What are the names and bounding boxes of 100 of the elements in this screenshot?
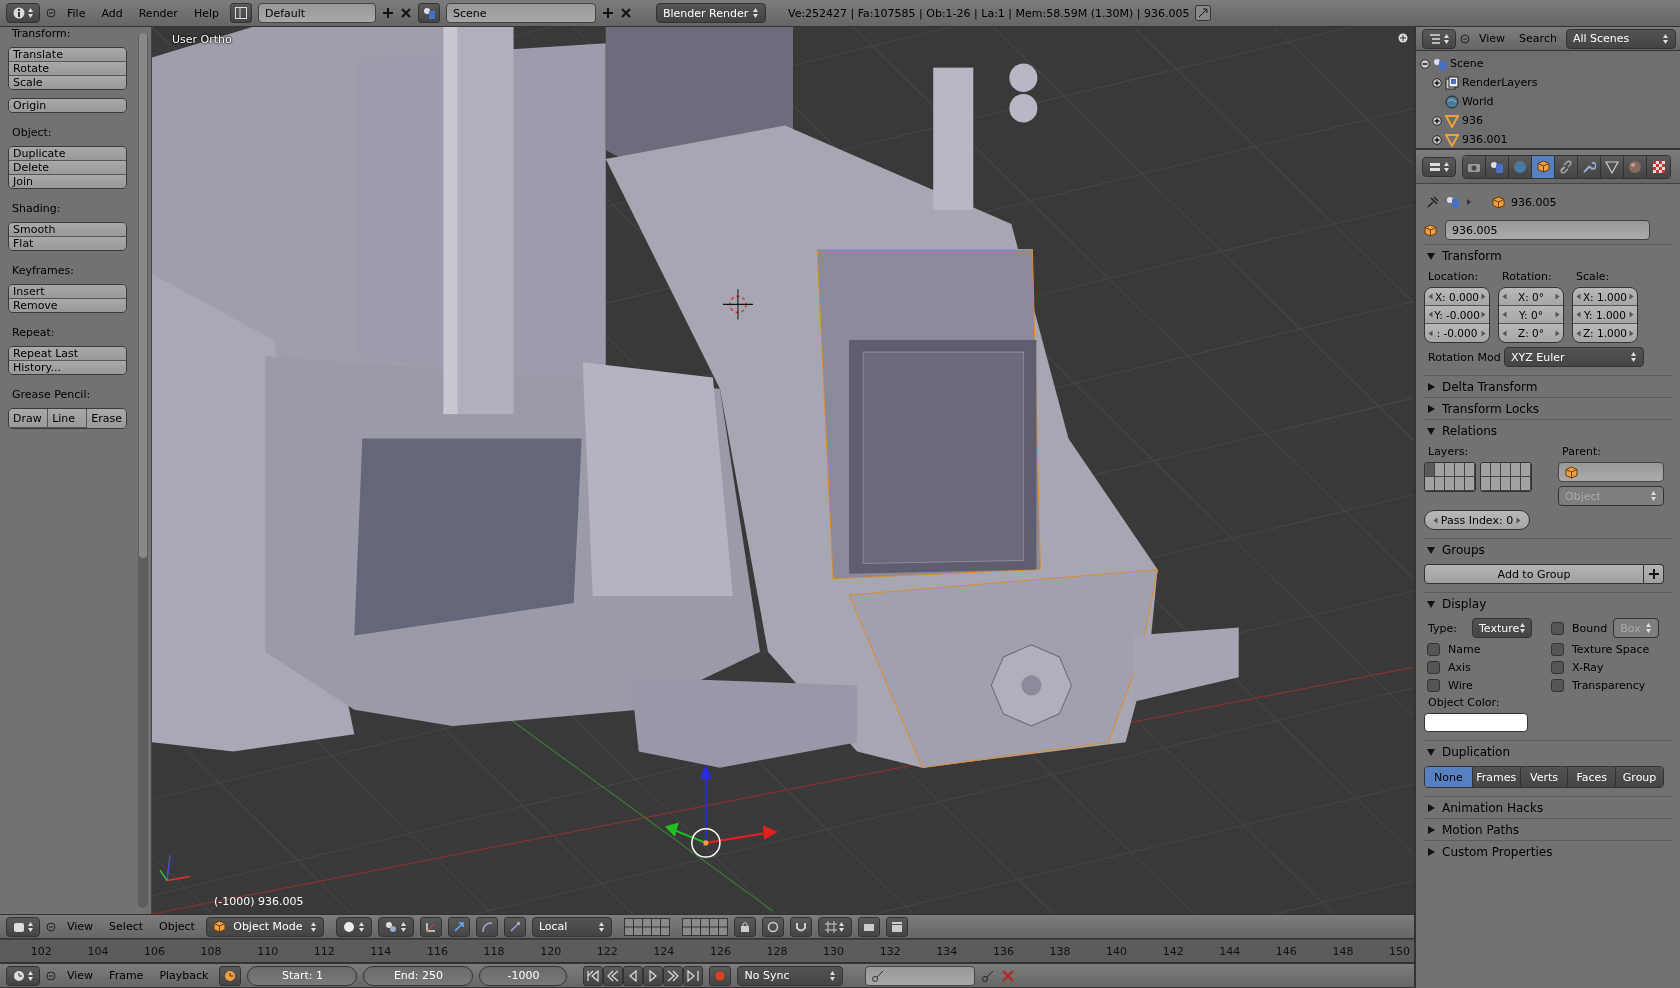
layer-toggle[interactable] bbox=[1425, 463, 1435, 477]
orientation-dropdown[interactable]: Local bbox=[531, 916, 612, 937]
option-checkbox[interactable]: Name bbox=[1424, 643, 1548, 656]
layer-toggle[interactable] bbox=[1455, 477, 1465, 491]
end-frame-field[interactable]: End: 250 bbox=[363, 965, 474, 986]
menu-item[interactable]: Playback bbox=[154, 969, 214, 982]
outliner-item[interactable]: World bbox=[1462, 95, 1494, 108]
playback-button[interactable] bbox=[583, 965, 604, 986]
menu-item[interactable]: Render bbox=[133, 6, 183, 20]
arrow-right-icon[interactable] bbox=[1481, 293, 1486, 300]
menu-item[interactable]: Search bbox=[1514, 32, 1562, 45]
arrow-right-icon[interactable] bbox=[1629, 329, 1634, 337]
layer-toggle[interactable] bbox=[1491, 463, 1501, 477]
option-checkbox[interactable]: Texture Space bbox=[1548, 643, 1672, 656]
editor-type-button[interactable] bbox=[6, 916, 40, 937]
menu-item[interactable]: Add bbox=[96, 6, 128, 20]
layer-toggle[interactable] bbox=[1425, 477, 1435, 491]
proportional-toggle[interactable] bbox=[761, 916, 784, 937]
editor-type-button[interactable] bbox=[6, 965, 40, 986]
arrow-left-icon[interactable] bbox=[1428, 293, 1433, 300]
playback-button[interactable] bbox=[623, 965, 644, 986]
expand-icon[interactable] bbox=[1432, 134, 1442, 145]
translate-toggle[interactable] bbox=[447, 916, 470, 937]
pin-icon[interactable] bbox=[1426, 195, 1440, 209]
panel-header[interactable]: Duplication bbox=[1424, 740, 1672, 762]
layout-field[interactable]: Default bbox=[257, 3, 376, 23]
menu-item[interactable]: Select bbox=[104, 920, 149, 933]
number-field[interactable]: X: 1.000 bbox=[1573, 288, 1637, 306]
menu-item[interactable]: View bbox=[62, 969, 99, 982]
layer-toggle[interactable] bbox=[1435, 463, 1445, 477]
outliner-item[interactable]: 936.001 bbox=[1462, 133, 1508, 146]
preview-range-toggle[interactable] bbox=[219, 965, 242, 986]
duplication-option[interactable]: Group bbox=[1616, 767, 1663, 787]
menu-item[interactable]: Frame bbox=[104, 969, 149, 982]
layer-toggle[interactable] bbox=[1465, 463, 1475, 477]
tool-button[interactable]: Flat bbox=[9, 237, 126, 250]
tool-button[interactable]: Delete bbox=[9, 161, 126, 175]
editor-type-button[interactable] bbox=[6, 3, 40, 23]
arrow-right-icon[interactable] bbox=[1629, 311, 1634, 318]
panel-header[interactable]: Delta Transform bbox=[1424, 375, 1672, 397]
record-button[interactable] bbox=[709, 965, 732, 986]
layer-grid-icon[interactable] bbox=[623, 917, 670, 936]
panel-header[interactable]: Transform Locks bbox=[1424, 397, 1672, 419]
tool-button[interactable]: Duplicate bbox=[9, 147, 126, 161]
playback-button[interactable] bbox=[663, 965, 684, 986]
arrow-right-icon[interactable] bbox=[1629, 293, 1634, 300]
layer-toggle[interactable] bbox=[1511, 463, 1521, 477]
arrow-left-icon[interactable] bbox=[1576, 329, 1581, 337]
rotation-mode-dropdown[interactable]: XYZ Euler bbox=[1504, 347, 1644, 367]
tool-button[interactable]: Insert bbox=[9, 285, 126, 299]
tool-button[interactable]: Scale bbox=[9, 76, 126, 89]
key-icon[interactable] bbox=[981, 968, 996, 983]
number-field[interactable]: Z: 0° bbox=[1499, 324, 1563, 342]
lock-toggle[interactable] bbox=[733, 916, 756, 937]
parent-field[interactable] bbox=[1558, 462, 1664, 482]
number-field[interactable]: X: 0.000 bbox=[1425, 288, 1489, 306]
scene-button[interactable] bbox=[417, 3, 440, 23]
close-icon[interactable] bbox=[399, 7, 412, 19]
plus-icon[interactable] bbox=[1398, 33, 1408, 43]
layer-toggle[interactable] bbox=[1521, 477, 1531, 491]
snap-toggle[interactable] bbox=[789, 916, 812, 937]
layer-toggle[interactable] bbox=[1435, 477, 1445, 491]
properties-tab[interactable] bbox=[1601, 155, 1624, 178]
layout-button[interactable] bbox=[229, 3, 252, 23]
layer-toggle[interactable] bbox=[1521, 463, 1531, 477]
option-checkbox[interactable]: Transparency bbox=[1548, 679, 1672, 692]
layer-toggle[interactable] bbox=[1465, 477, 1475, 491]
layer-toggle[interactable] bbox=[1501, 463, 1511, 477]
arrow-left-icon[interactable] bbox=[1502, 329, 1507, 337]
duplication-option[interactable]: Frames bbox=[1472, 767, 1521, 787]
arrow-right-icon[interactable] bbox=[1516, 516, 1521, 524]
menu-item[interactable]: Help bbox=[188, 6, 224, 20]
tool-button[interactable]: Origin bbox=[9, 99, 126, 112]
layer-toggle[interactable] bbox=[1511, 477, 1521, 491]
tool-button[interactable]: Erase bbox=[87, 409, 126, 428]
menu-item[interactable]: View bbox=[1474, 32, 1511, 45]
plus-icon[interactable] bbox=[601, 7, 614, 19]
arrow-left-icon[interactable] bbox=[1502, 311, 1507, 318]
properties-tab[interactable] bbox=[1463, 155, 1486, 178]
layer-toggle[interactable] bbox=[1491, 477, 1501, 491]
snap-element-dropdown[interactable] bbox=[817, 916, 852, 937]
expand-icon[interactable] bbox=[1432, 77, 1442, 88]
arrow-left-icon[interactable] bbox=[1428, 311, 1433, 318]
panel-header[interactable]: Relations bbox=[1424, 419, 1672, 441]
outliner-item[interactable]: 936 bbox=[1462, 114, 1483, 127]
tool-button[interactable]: Translate bbox=[9, 48, 126, 62]
tool-button[interactable]: Join bbox=[9, 175, 126, 188]
option-checkbox[interactable]: Axis bbox=[1424, 661, 1548, 674]
panel-header[interactable]: Groups bbox=[1424, 538, 1672, 560]
animation-button[interactable] bbox=[885, 916, 908, 937]
tool-button[interactable]: Remove bbox=[9, 299, 126, 312]
arrow-left-icon[interactable] bbox=[1433, 516, 1438, 524]
tool-button[interactable]: Rotate bbox=[9, 62, 126, 76]
add-to-group-button[interactable]: Add to Group bbox=[1424, 564, 1644, 584]
scrollbar[interactable] bbox=[138, 33, 148, 908]
playback-button[interactable] bbox=[683, 965, 704, 986]
layer-toggle[interactable] bbox=[1445, 477, 1455, 491]
panel-header[interactable]: Display bbox=[1424, 592, 1672, 614]
arrow-right-icon[interactable] bbox=[1555, 293, 1560, 300]
arrow-right-icon[interactable] bbox=[1481, 311, 1486, 318]
